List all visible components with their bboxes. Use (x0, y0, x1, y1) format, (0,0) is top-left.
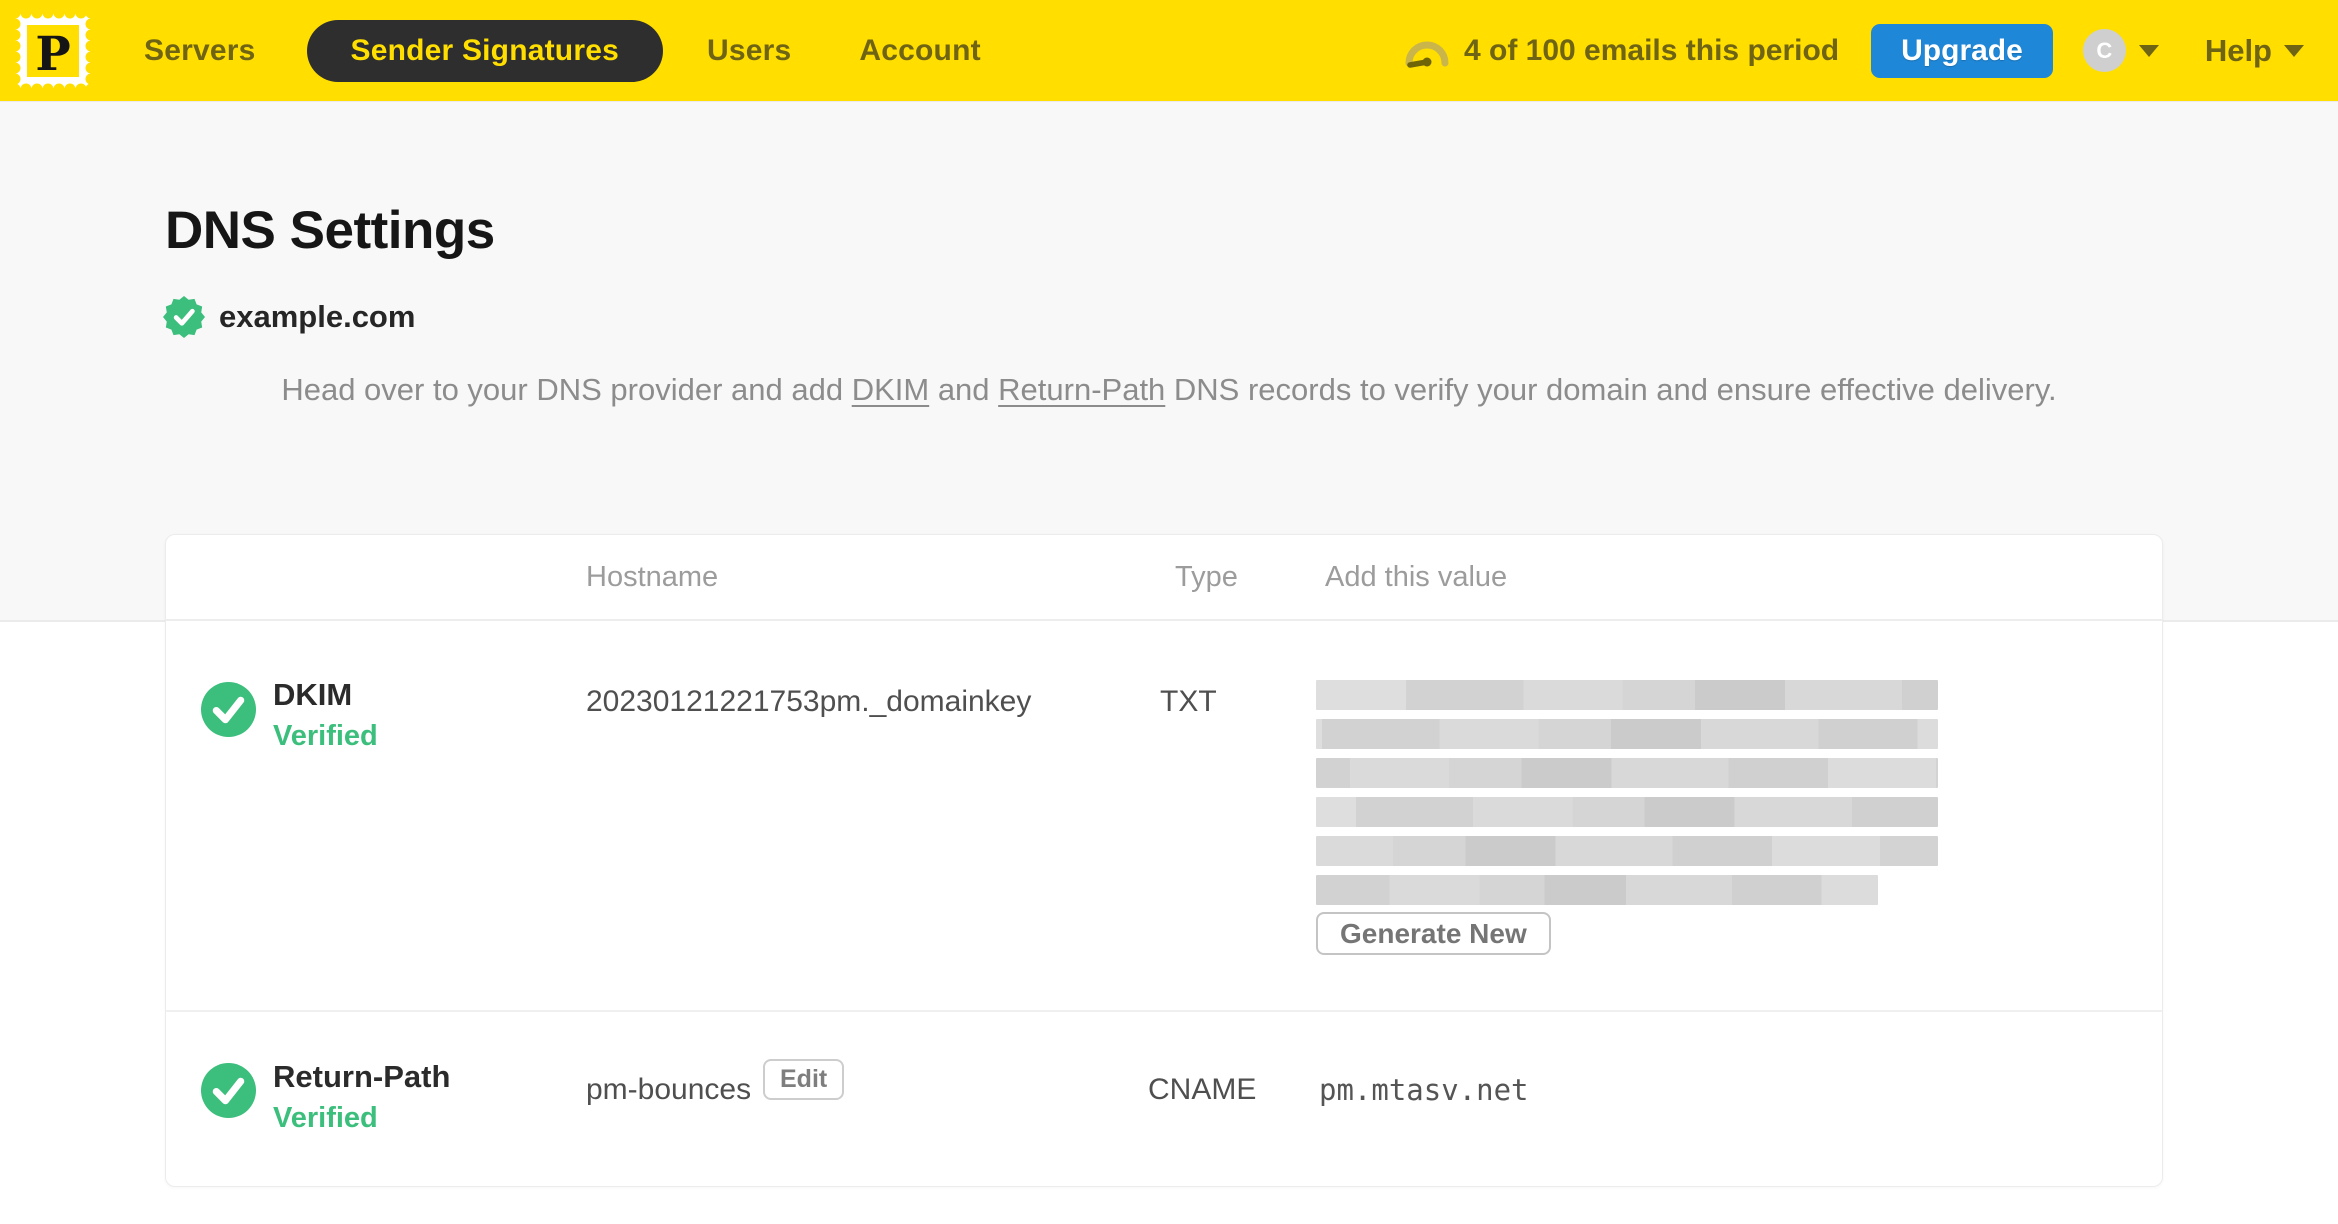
redacted-line (1316, 680, 1938, 710)
verified-check-icon (201, 1063, 256, 1118)
return-path-hostname: pm-bounces (586, 1073, 752, 1106)
redacted-line (1316, 875, 1878, 905)
dkim-record-type: TXT (1160, 685, 1217, 718)
dns-records-table: Hostname Type Add this value DKIM Verifi… (165, 534, 2163, 1187)
return-path-record-type: CNAME (1148, 1073, 1257, 1106)
nav-servers[interactable]: Servers (144, 34, 256, 68)
column-header-type: Type (1175, 561, 1238, 593)
postmark-logo[interactable]: P (10, 7, 96, 94)
page-title: DNS Settings (165, 201, 495, 260)
nav-sender-signatures[interactable]: Sender Signatures (306, 19, 663, 82)
dkim-hostname: 20230121221753pm._domainkey (586, 685, 1032, 718)
redacted-line (1316, 797, 1938, 827)
gauge-icon (1405, 41, 1449, 68)
status-badge: Verified (273, 1102, 378, 1134)
top-navigation-bar: P Servers Sender Signatures Users Accoun… (0, 0, 2338, 101)
help-menu[interactable]: Help (2205, 33, 2304, 69)
column-header-value: Add this value (1325, 561, 1508, 593)
verified-domain: example.com (163, 296, 415, 338)
upgrade-button[interactable]: Upgrade (1871, 23, 2053, 78)
redacted-line (1316, 758, 1938, 788)
usage-meter: 4 of 100 emails this period (1404, 34, 1839, 68)
column-header-hostname: Hostname (586, 561, 719, 593)
nav-account[interactable]: Account (859, 34, 980, 68)
instructions-part: and (929, 372, 999, 407)
redacted-line (1316, 836, 1938, 866)
verified-check-icon (201, 682, 256, 737)
account-menu[interactable]: C (2082, 29, 2159, 72)
verified-seal-icon (163, 296, 205, 338)
record-name: Return-Path (273, 1059, 451, 1094)
generate-new-button[interactable]: Generate New (1316, 912, 1551, 955)
return-path-value: pm.mtasv.net (1319, 1073, 1529, 1107)
return-path-link[interactable]: Return-Path (998, 372, 1165, 407)
avatar[interactable]: C (2082, 29, 2126, 72)
instructions-part: Head over to your DNS provider and add (281, 372, 852, 407)
instructions-text: Head over to your DNS provider and add D… (0, 366, 2338, 414)
redacted-line (1316, 719, 1938, 749)
record-name: DKIM (273, 677, 353, 712)
row-divider (166, 1010, 2162, 1012)
instructions-part: DNS records to verify your domain and en… (1165, 372, 2057, 407)
chevron-down-icon (2138, 44, 2159, 57)
dkim-link[interactable]: DKIM (852, 372, 930, 407)
table-header-row: Hostname Type Add this value (166, 535, 2162, 621)
nav-users[interactable]: Users (707, 34, 791, 68)
redacted-dkim-value (1316, 680, 1961, 914)
logo-letter: P (35, 27, 70, 82)
edit-button[interactable]: Edit (763, 1059, 845, 1100)
usage-text: 4 of 100 emails this period (1463, 33, 1840, 67)
domain-name: example.com (219, 299, 416, 334)
help-label: Help (2204, 32, 2272, 68)
status-badge: Verified (273, 720, 378, 752)
chevron-down-icon (2284, 44, 2304, 57)
